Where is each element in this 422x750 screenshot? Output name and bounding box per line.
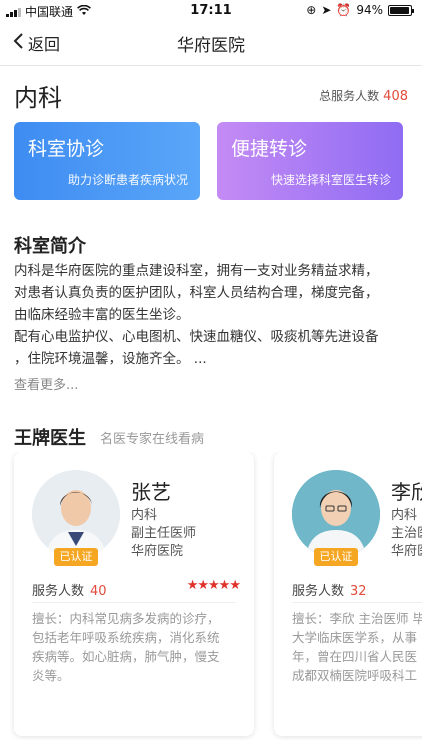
- nav-bar: 返回 华府医院: [0, 22, 422, 66]
- total-service-count: 总服务人数 408: [319, 87, 408, 104]
- specialty-line: 大学临床医学系，从事: [292, 630, 418, 645]
- doctor-carousel[interactable]: 已认证 张艺 内科 副主任医师 华府医院 服务人数 40 ★★★★★ 擅长：内科常…: [0, 452, 422, 740]
- doctor-name: 张艺: [131, 480, 171, 504]
- doctor-position: 副主任医师: [131, 526, 197, 541]
- battery-percent: 94%: [356, 3, 383, 17]
- doctor-specialty: 擅长：李欣 主治医师 毕 大学临床医学系，从事 年，曾在四川省人民医 成都双楠医…: [292, 609, 422, 685]
- intro-line: ，住院环境温馨，设施齐全。 ...: [14, 351, 207, 367]
- page-title: 华府医院: [177, 36, 245, 56]
- specialty-line: 擅长：内科常见病多发病的诊疗，: [32, 611, 220, 626]
- referral-title: 便捷转诊: [231, 138, 308, 160]
- service-value: 40: [90, 584, 107, 599]
- doctor-card[interactable]: 已认证 张艺 内科 副主任医师 华府医院 服务人数 40 ★★★★★ 擅长：内科常…: [14, 452, 254, 736]
- verified-badge: 已认证: [314, 548, 358, 566]
- doctor-service-count: 服务人数 32: [292, 580, 367, 599]
- alarm-icon: ⏰: [336, 3, 352, 17]
- intro-line: 配有心电监护仪、心电图机、快速血糖仪、吸痰机等先进设备: [14, 329, 379, 345]
- doctor-avatar: [32, 470, 120, 558]
- intro-line: 内科是华府医院的重点建设科室，拥有一支对业务精益求精，: [14, 263, 379, 279]
- verified-badge: 已认证: [54, 548, 98, 566]
- doctor-position: 主治医: [391, 526, 422, 541]
- intro-line: 对患者认真负责的医护团队，科室人员结构合理，梯度完备，: [14, 285, 379, 301]
- specialty-line: 包括老年呼吸系统疾病，消化系统: [32, 630, 220, 645]
- referral-subtitle: 快速选择科室医生转诊: [270, 173, 391, 187]
- doctors-heading: 王牌医生: [14, 428, 86, 449]
- doctor-department: 内科: [131, 508, 158, 523]
- specialty-line: 疾病等。如心脏病，肺气肿，慢支: [32, 649, 220, 664]
- doctor-service-count: 服务人数 40: [32, 580, 107, 599]
- consultation-title: 科室协诊: [28, 138, 105, 160]
- referral-card[interactable]: 便捷转诊 快速选择科室医生转诊: [217, 122, 403, 200]
- intro-text: 内科是华府医院的重点建设科室，拥有一支对业务精益求精， 对患者认真负责的医护团队…: [14, 260, 410, 370]
- location-icon: ➤: [321, 3, 332, 17]
- total-service-value: 408: [383, 89, 408, 104]
- divider: [292, 602, 422, 603]
- intro-line: 由临床经验丰富的医生坐诊。: [14, 307, 190, 323]
- battery-icon: [388, 4, 414, 16]
- doctor-name: 李欣: [391, 480, 422, 504]
- specialty-line: 成都双楠医院呼吸科工: [292, 668, 418, 683]
- doctor-hospital: 华府医: [391, 544, 422, 559]
- rating-stars: ★★★★★: [186, 578, 241, 593]
- battery-fill: [390, 6, 409, 14]
- specialty-line: 炎等。: [32, 668, 70, 683]
- doctors-subheading: 名医专家在线看病: [100, 432, 205, 447]
- service-label: 服务人数: [292, 584, 345, 599]
- consultation-subtitle: 助力诊断患者疾病状况: [67, 173, 188, 187]
- doctor-specialty: 擅长：内科常见病多发病的诊疗， 包括老年呼吸系统疾病，消化系统 疾病等。如心脏病…: [32, 609, 236, 685]
- divider: [32, 602, 236, 603]
- status-bar: 中国联通 17:11 ⊕ ➤ ⏰ 94%: [0, 0, 422, 22]
- specialty-line: 年，曾在四川省人民医: [292, 649, 418, 664]
- doctor-card[interactable]: 已认证 李欣 内科 主治医 华府医 服务人数 32 擅长：李欣 主治医师 毕 大学…: [274, 452, 422, 736]
- doctor-hospital: 华府医院: [131, 544, 184, 559]
- doctor-avatar: [292, 470, 380, 558]
- see-more-link[interactable]: 查看更多...: [14, 374, 78, 393]
- service-value: 32: [350, 584, 367, 599]
- total-service-label: 总服务人数: [319, 89, 380, 103]
- doctor-department: 内科: [391, 508, 418, 523]
- status-right: ⊕ ➤ ⏰ 94%: [306, 3, 414, 17]
- intro-heading: 科室简介: [14, 236, 86, 257]
- department-name: 内科: [14, 84, 62, 112]
- rotation-lock-icon: ⊕: [306, 3, 317, 17]
- specialty-line: 擅长：李欣 主治医师 毕: [292, 611, 422, 626]
- consultation-card[interactable]: 科室协诊 助力诊断患者疾病状况: [14, 122, 200, 200]
- service-label: 服务人数: [32, 584, 85, 599]
